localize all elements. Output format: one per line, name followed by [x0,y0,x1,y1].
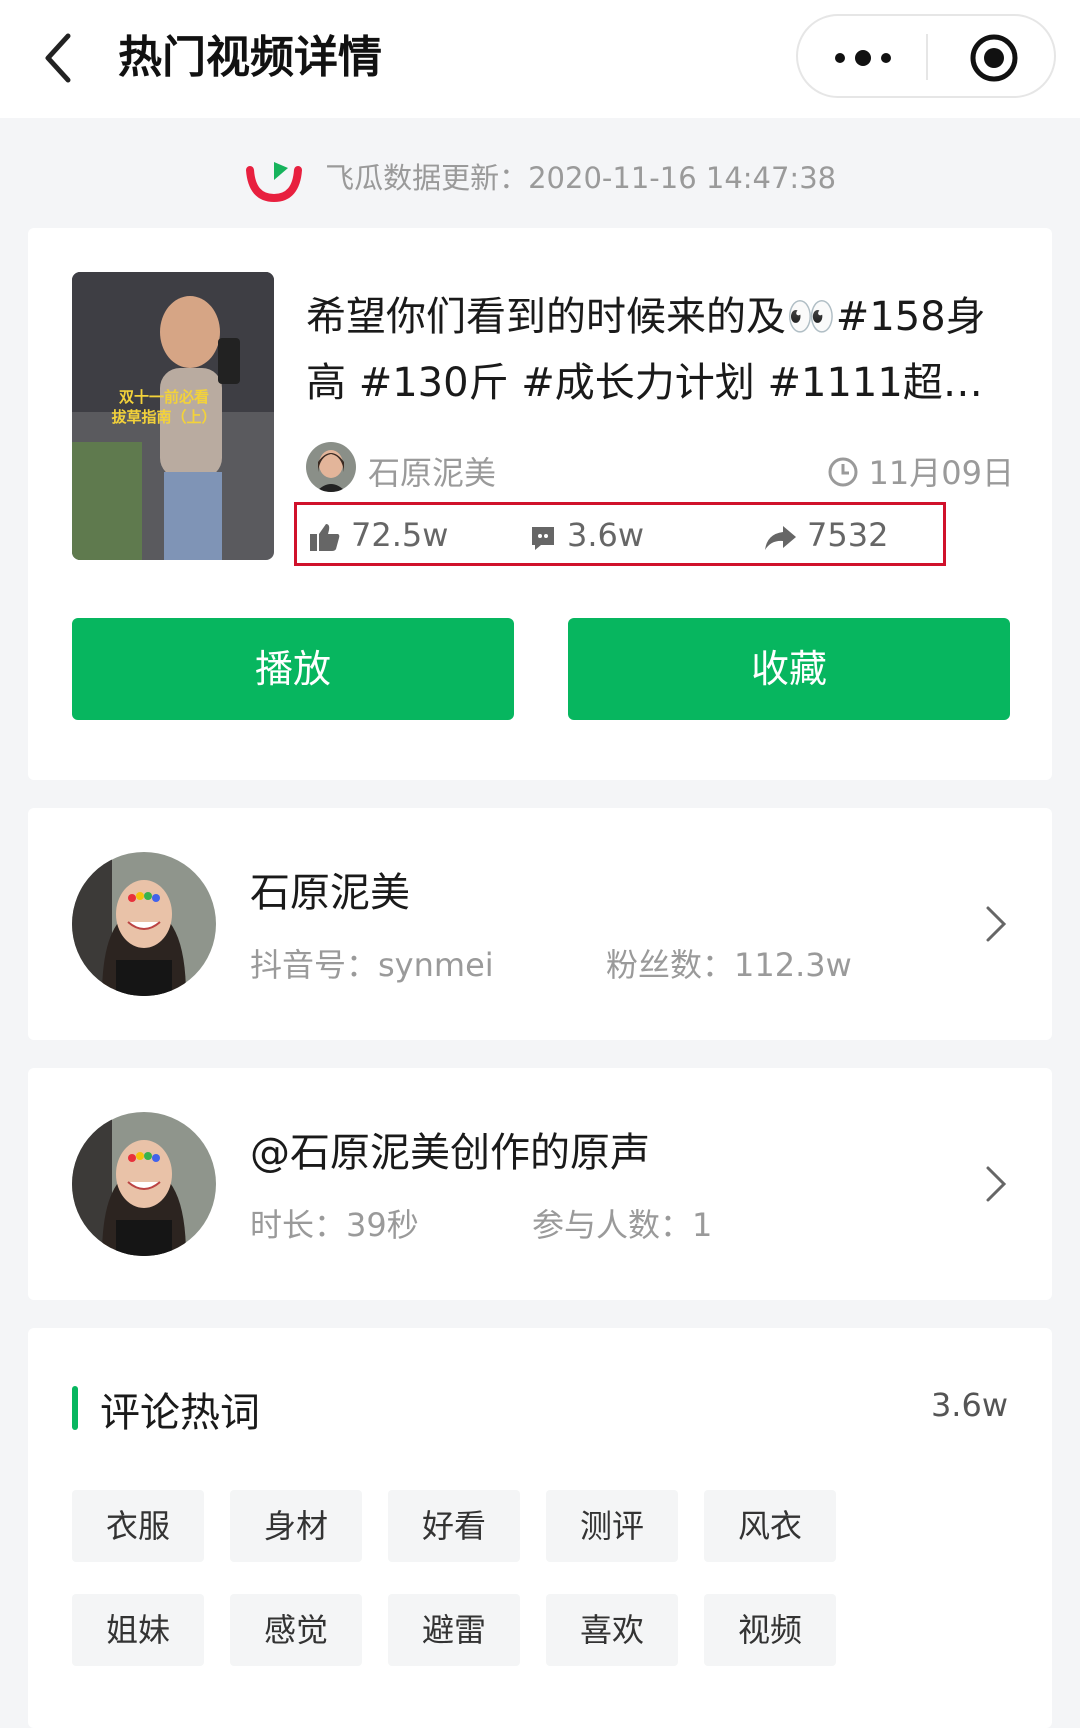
more-options-icon[interactable] [828,38,898,78]
publish-date: 11月09日 [827,448,1014,494]
fans-count: 粉丝数：112.3w [606,946,852,984]
keyword-tag[interactable]: 避雷 [388,1594,520,1666]
comment-total: 3.6w [930,1386,1008,1424]
creator-name: 石原泥美 [250,870,410,916]
video-thumbnail[interactable]: 双十一前必看 拔草指南（上） [72,272,274,560]
engagement-stats: 72.5w 3.6w 7532 [294,502,946,566]
keyword-tag[interactable]: 衣服 [72,1490,204,1562]
video-author-row: 石原泥美 11月09日 [306,440,1026,496]
top-nav-bar: 热门视频详情 [0,0,1080,118]
keyword-tag[interactable]: 测评 [546,1490,678,1562]
thumb-caption-2: 拔草指南（上） [111,408,216,426]
chevron-right-icon [986,1166,1007,1202]
keyword-tag[interactable]: 身材 [230,1490,362,1562]
mini-program-capsule [796,14,1056,98]
like-count: 72.5w [351,516,449,554]
video-card: 双十一前必看 拔草指南（上） 希望你们看到的时候来的及👀#158身高 #130斤… [28,228,1052,780]
music-name: @石原泥美创作的原声 [250,1130,650,1176]
back-arrow-icon[interactable] [40,28,80,88]
feigua-logo-icon [245,162,302,202]
publish-date-text: 11月09日 [868,454,1014,492]
creator-card[interactable]: 石原泥美 抖音号：synmei 粉丝数：112.3w [28,808,1052,1040]
section-title: 评论热词 [100,1390,260,1436]
data-update-line: 飞瓜数据更新：2020-11-16 14:47:38 [0,150,1080,206]
play-button[interactable]: 播放 [72,618,514,720]
douyin-id: 抖音号：synmei [250,946,494,984]
keyword-tag[interactable]: 风衣 [704,1490,836,1562]
clock-icon [828,457,858,487]
comment-bubble-icon [532,527,554,550]
keyword-tag[interactable]: 视频 [704,1594,836,1666]
comment-keywords-card: 评论热词 3.6w 衣服 身材 好看 测评 风衣 姐妹 感觉 避雷 喜欢 视频 [28,1328,1052,1728]
video-title[interactable]: 希望你们看到的时候来的及👀#158身高 #130斤 #成长力计划 #1111超级… [306,284,1022,416]
keyword-tag[interactable]: 姐妹 [72,1594,204,1666]
chevron-right-icon [986,906,1007,942]
page-title: 热门视频详情 [118,32,382,83]
comment-stat: 3.6w [529,513,644,557]
music-avatar [72,1112,216,1256]
thumbs-up-icon [310,524,340,551]
author-name: 石原泥美 [368,454,497,492]
keyword-tag[interactable]: 好看 [388,1490,520,1562]
music-duration: 时长：39秒 [250,1206,419,1244]
keyword-tag[interactable]: 感觉 [230,1594,362,1666]
close-miniprogram-icon[interactable] [968,32,1020,84]
share-count: 7532 [807,516,889,554]
favorite-button[interactable]: 收藏 [568,618,1010,720]
like-stat: 72.5w [309,513,448,557]
share-arrow-icon [765,526,796,550]
thumb-caption-1: 双十一前必看 [119,388,209,406]
share-stat: 7532 [763,513,888,557]
keyword-tag[interactable]: 喜欢 [546,1594,678,1666]
capsule-divider [926,34,928,80]
music-participants: 参与人数：1 [532,1206,713,1244]
author-avatar [306,442,356,492]
comment-count: 3.6w [567,516,645,554]
section-accent-bar [72,1386,78,1430]
music-card[interactable]: @石原泥美创作的原声 时长：39秒 参与人数：1 [28,1068,1052,1300]
update-text: 飞瓜数据更新：2020-11-16 14:47:38 [325,161,837,195]
creator-avatar [72,852,216,996]
